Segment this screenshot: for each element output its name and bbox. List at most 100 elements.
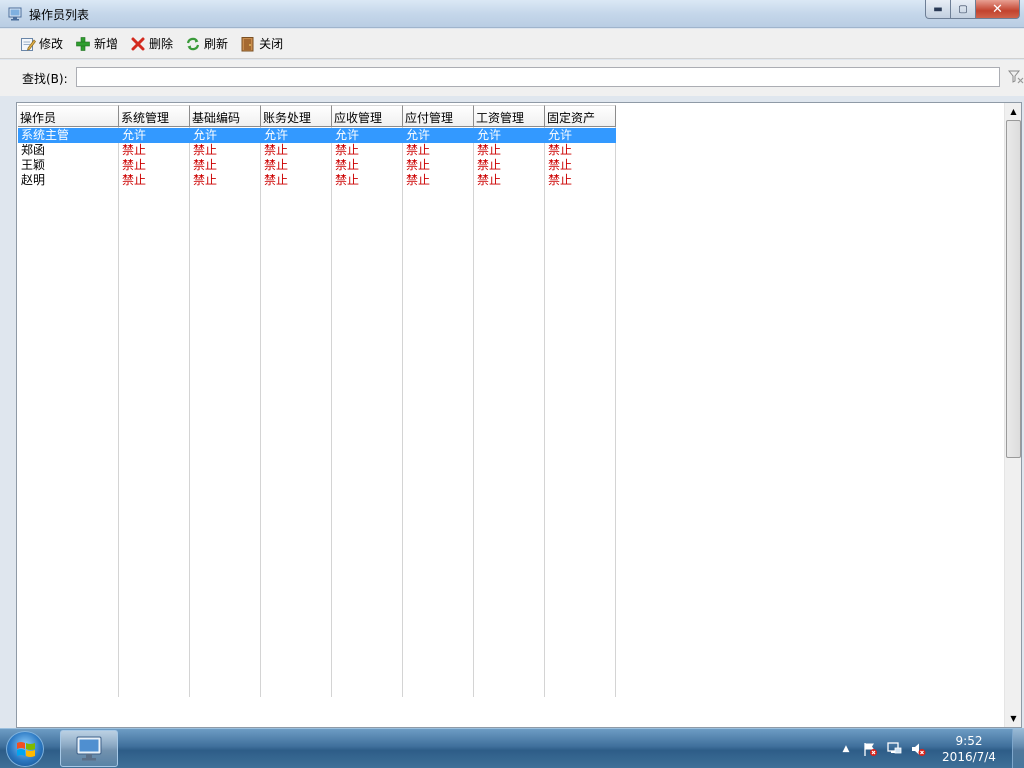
title-bar[interactable]: 操作员列表 ▬ ▢ ✕ xyxy=(0,0,1024,28)
permission-cell: 禁止 xyxy=(477,143,502,157)
taskbar-app-button[interactable] xyxy=(60,730,118,767)
permission-cell: 禁止 xyxy=(406,173,431,187)
column-divider xyxy=(332,127,403,697)
monitor-icon xyxy=(76,736,102,760)
column-header-4[interactable]: 账务处理 xyxy=(261,105,332,127)
permission-cell: 禁止 xyxy=(335,173,360,187)
clock-time: 9:52 xyxy=(955,734,983,748)
window-controls: ▬ ▢ ✕ xyxy=(925,0,1020,20)
refresh-icon xyxy=(186,37,200,50)
action-center-flag-icon[interactable] xyxy=(862,741,878,757)
permission-cell: 禁止 xyxy=(335,143,360,157)
column-divider xyxy=(18,127,119,697)
close-label: 关闭 xyxy=(259,37,284,51)
vertical-scrollbar[interactable]: ▲ ▼ xyxy=(1004,103,1021,727)
door-icon xyxy=(241,36,254,51)
plus-icon xyxy=(76,36,90,51)
table-row[interactable]: 王颖 禁止 禁止 禁止 禁止 禁止 禁止 禁止 xyxy=(18,158,616,173)
table-row[interactable]: 赵明 禁止 禁止 禁止 禁止 禁止 禁止 禁止 xyxy=(18,173,616,188)
permission-cell: 禁止 xyxy=(406,158,431,172)
permission-cell: 禁止 xyxy=(264,173,289,187)
column-header-1[interactable]: 操作员 xyxy=(18,105,119,127)
permission-cell: 允许 xyxy=(335,128,360,142)
permission-cell: 禁止 xyxy=(122,173,147,187)
permission-cell: 禁止 xyxy=(122,158,147,172)
permission-cell: 允许 xyxy=(264,128,289,142)
permission-cell: 禁止 xyxy=(548,143,573,157)
maximize-button[interactable]: ▢ xyxy=(951,0,976,19)
refresh-label: 刷新 xyxy=(204,37,229,51)
edit-icon xyxy=(21,37,36,51)
permission-cell: 允许 xyxy=(193,128,218,142)
permission-cell: 禁止 xyxy=(406,143,431,157)
permission-cell: 允许 xyxy=(548,128,573,142)
grid-column-lines xyxy=(18,127,616,697)
operator-name-cell: 王颖 xyxy=(21,158,46,172)
operator-name-cell: 郑函 xyxy=(21,143,46,157)
network-icon[interactable] xyxy=(886,741,902,757)
column-header-2[interactable]: 系统管理 xyxy=(119,105,190,127)
permission-cell: 禁止 xyxy=(335,158,360,172)
operator-grid: 操作员 系统管理 基础编码 账务处理 应收管理 应付管理 工资管理 固定资产 系统主管 允许 允许… xyxy=(16,102,1022,728)
column-divider xyxy=(403,127,474,697)
search-bar: 查找(B): xyxy=(0,60,1024,96)
permission-cell: 禁止 xyxy=(477,158,502,172)
grid-rows: 系统主管 允许 允许 允许 允许 允许 允许 允许 郑函 禁止 禁止 禁止 禁止 禁止 禁止 禁止 王颖 禁止 禁止… xyxy=(18,128,616,188)
add-label: 新增 xyxy=(94,37,119,51)
close-window-button[interactable]: ✕ xyxy=(976,0,1020,19)
permission-cell: 禁止 xyxy=(193,173,218,187)
permission-cell: 允许 xyxy=(406,128,431,142)
delete-button[interactable]: 删除 xyxy=(126,33,177,55)
column-divider xyxy=(190,127,261,697)
permission-cell: 禁止 xyxy=(264,158,289,172)
system-tray: ▲ 9:52 2016/7/4 xyxy=(838,729,1024,768)
permission-cell: 允许 xyxy=(477,128,502,142)
column-header-5[interactable]: 应收管理 xyxy=(332,105,403,127)
column-header-3[interactable]: 基础编码 xyxy=(190,105,261,127)
permission-cell: 禁止 xyxy=(477,173,502,187)
search-input[interactable] xyxy=(76,67,1000,87)
operator-name-cell: 赵明 xyxy=(21,173,46,187)
grid-header: 操作员 系统管理 基础编码 账务处理 应收管理 应付管理 工资管理 固定资产 xyxy=(18,105,616,127)
windows-logo-icon xyxy=(17,742,35,757)
grid-content: 操作员 系统管理 基础编码 账务处理 应收管理 应付管理 工资管理 固定资产 系统主管 允许 允许… xyxy=(18,104,1004,726)
column-header-7[interactable]: 工资管理 xyxy=(474,105,545,127)
scroll-down-arrow[interactable]: ▼ xyxy=(1005,710,1022,727)
edit-label: 修改 xyxy=(39,37,64,51)
tray-expand-arrow-icon[interactable]: ▲ xyxy=(838,741,854,757)
show-desktop-button[interactable] xyxy=(1012,729,1024,768)
permission-cell: 允许 xyxy=(122,128,147,142)
permission-cell: 禁止 xyxy=(193,143,218,157)
permission-cell: 禁止 xyxy=(193,158,218,172)
column-header-6[interactable]: 应付管理 xyxy=(403,105,474,127)
toolbar: 修改 新增 删除 刷新 关闭 xyxy=(0,29,1024,59)
column-divider xyxy=(261,127,332,697)
scroll-up-arrow[interactable]: ▲ xyxy=(1005,103,1022,120)
column-header-8[interactable]: 固定资产 xyxy=(545,105,616,127)
app-monitor-icon xyxy=(8,7,22,21)
operator-name-cell: 系统主管 xyxy=(21,128,70,142)
edit-button[interactable]: 修改 xyxy=(16,33,67,55)
column-divider xyxy=(545,127,616,697)
filter-icon[interactable] xyxy=(1008,69,1024,85)
scroll-thumb[interactable] xyxy=(1006,120,1021,458)
delete-label: 删除 xyxy=(149,37,174,51)
table-row[interactable]: 系统主管 允许 允许 允许 允许 允许 允许 允许 xyxy=(18,128,616,143)
clock[interactable]: 9:52 2016/7/4 xyxy=(934,733,1004,765)
search-label: 查找(B): xyxy=(22,72,68,86)
column-divider xyxy=(474,127,545,697)
table-row[interactable]: 郑函 禁止 禁止 禁止 禁止 禁止 禁止 禁止 xyxy=(18,143,616,158)
refresh-button[interactable]: 刷新 xyxy=(181,33,232,55)
volume-muted-icon[interactable] xyxy=(910,741,926,757)
clock-date: 2016/7/4 xyxy=(942,750,996,764)
delete-x-icon xyxy=(131,37,145,50)
permission-cell: 禁止 xyxy=(548,173,573,187)
column-divider xyxy=(119,127,190,697)
add-button[interactable]: 新增 xyxy=(71,33,122,55)
minimize-button[interactable]: ▬ xyxy=(925,0,951,19)
permission-cell: 禁止 xyxy=(264,143,289,157)
window-title: 操作员列表 xyxy=(29,8,90,22)
start-button[interactable] xyxy=(6,731,44,767)
close-button[interactable]: 关闭 xyxy=(236,33,287,55)
permission-cell: 禁止 xyxy=(548,158,573,172)
